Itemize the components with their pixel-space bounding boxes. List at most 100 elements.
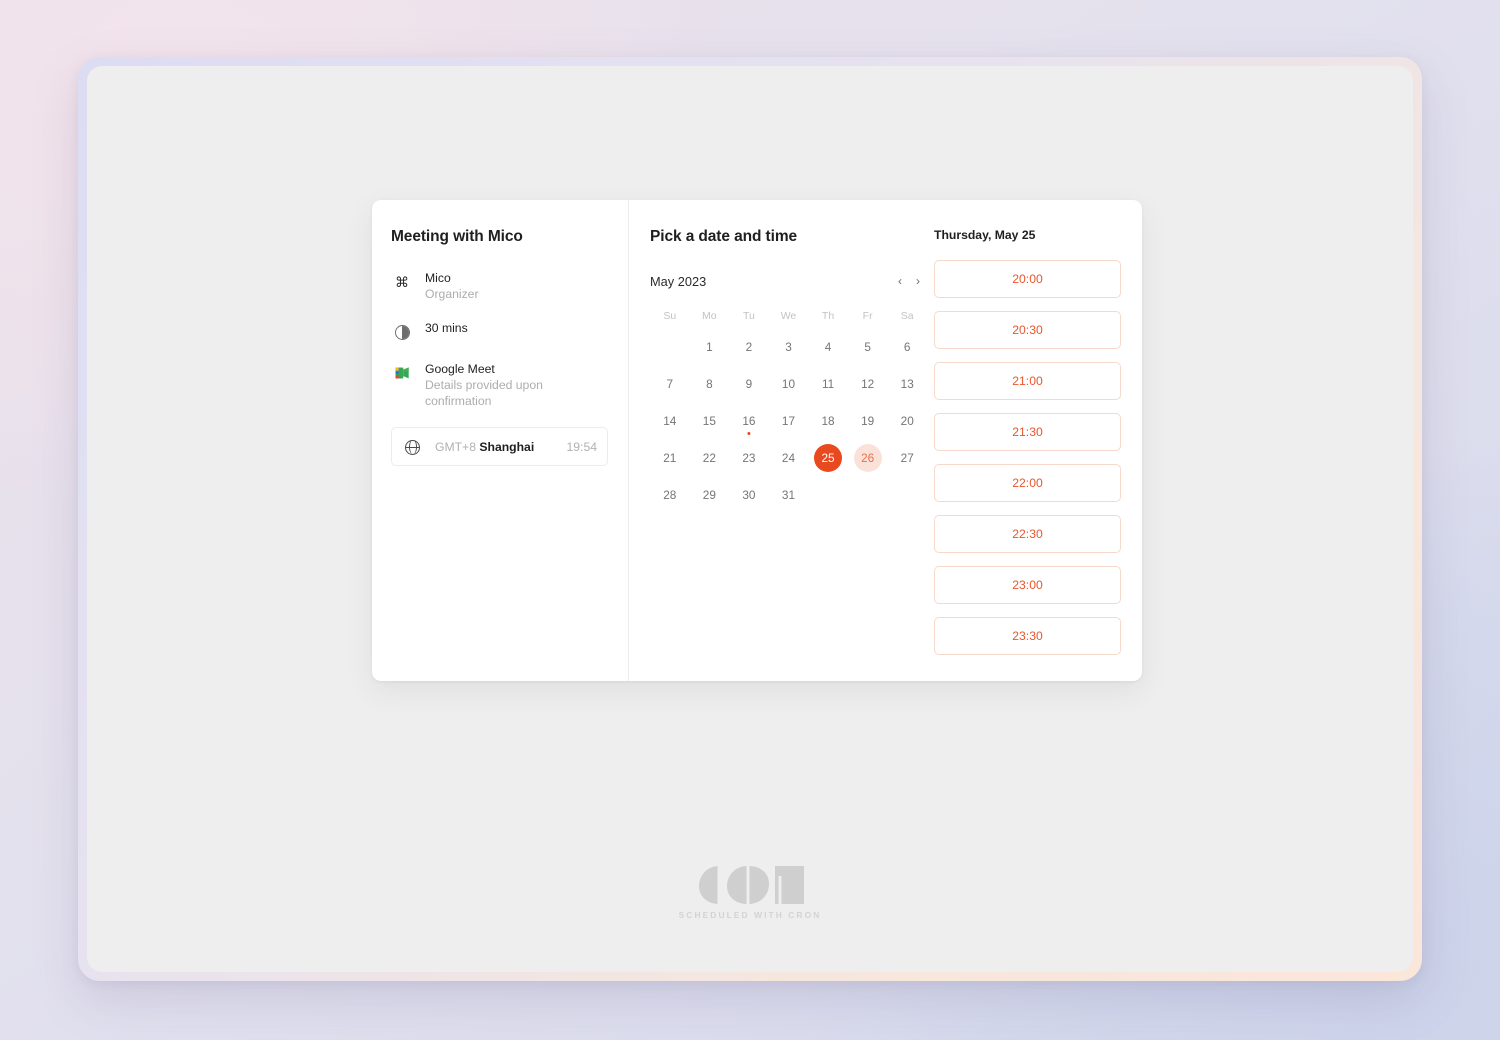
prev-month-button[interactable]: ‹ bbox=[891, 272, 909, 290]
calendar-day-5[interactable]: 5 bbox=[854, 333, 882, 361]
calendar-day-cell: 3 bbox=[769, 328, 809, 365]
organizer-name: Mico bbox=[425, 271, 451, 285]
calendar-day-cell: 4 bbox=[808, 328, 848, 365]
calendar-day-6[interactable]: 6 bbox=[893, 333, 921, 361]
calendar-day-cell: 25 bbox=[808, 439, 848, 476]
footer-branding: SCHEDULED WITH CRON bbox=[87, 864, 1413, 920]
calendar-day-cell: 16 bbox=[729, 402, 769, 439]
calendar-day-28[interactable]: 28 bbox=[656, 481, 684, 509]
calendar-day-cell: 7 bbox=[650, 365, 690, 402]
weekday-header: Th bbox=[821, 310, 835, 322]
calendar-day-cell: 17 bbox=[769, 402, 809, 439]
calendar-day-1[interactable]: 1 bbox=[695, 333, 723, 361]
calendar-day-cell: 6 bbox=[887, 328, 927, 365]
calendar-day-18[interactable]: 18 bbox=[814, 407, 842, 435]
timezone-offset: GMT+8 bbox=[435, 439, 476, 454]
calendar-day-cell: 19 bbox=[848, 402, 888, 439]
weekday-header: We bbox=[780, 310, 797, 322]
calendar-day-8[interactable]: 8 bbox=[695, 370, 723, 398]
calendar-day-cell: 5 bbox=[848, 328, 888, 365]
next-month-button[interactable]: › bbox=[909, 272, 927, 290]
weekday-header: Mo bbox=[702, 310, 717, 322]
date-picker-panel: Pick a date and time May 2023 ‹ › Su Mo Tu… bbox=[629, 200, 929, 681]
page-title: Meeting with Mico bbox=[391, 228, 523, 245]
calendar-day-cell: 26 bbox=[848, 439, 888, 476]
calendar-day-17[interactable]: 17 bbox=[774, 407, 802, 435]
calendar-day-12[interactable]: 12 bbox=[854, 370, 882, 398]
calendar-day-26[interactable]: 26 bbox=[853, 443, 882, 472]
time-slot-2100[interactable]: 21:00 bbox=[934, 362, 1121, 400]
calendar-empty-cell bbox=[650, 328, 690, 365]
timezone-label: GMT+8 Shanghai bbox=[435, 440, 555, 454]
time-slot-2230[interactable]: 22:30 bbox=[934, 515, 1121, 553]
half-circle-clock-icon bbox=[391, 321, 413, 343]
calendar-day-cell: 21 bbox=[650, 439, 690, 476]
calendar-day-27[interactable]: 27 bbox=[893, 444, 921, 472]
time-slot-2330[interactable]: 23:30 bbox=[934, 617, 1121, 655]
calendar-day-30[interactable]: 30 bbox=[735, 481, 763, 509]
organizer-row: ⌘ Mico Organizer bbox=[391, 270, 608, 302]
location-name: Google Meet bbox=[425, 362, 495, 377]
calendar-day-cell: 31 bbox=[769, 476, 809, 513]
booking-card: Meeting with Mico ⌘ Mico Organizer 30 mi… bbox=[372, 200, 1142, 681]
calendar-day-4[interactable]: 4 bbox=[814, 333, 842, 361]
duration-label: 30 mins bbox=[425, 321, 468, 336]
cron-logo-icon bbox=[698, 866, 804, 904]
calendar-day-22[interactable]: 22 bbox=[695, 444, 723, 472]
calendar-grid: Su Mo Tu We Th Fr Sa 1 2 3 4 5 6 7 8 9 10 11 12 13 14 15 16 17 1… bbox=[650, 304, 927, 513]
calendar-day-24[interactable]: 24 bbox=[774, 444, 802, 472]
calendar-day-cell: 10 bbox=[769, 365, 809, 402]
calendar-month-label: May 2023 bbox=[650, 273, 707, 289]
calendar-day-cell: 15 bbox=[690, 402, 730, 439]
time-slot-2200[interactable]: 22:00 bbox=[934, 464, 1121, 502]
calendar-day-19[interactable]: 19 bbox=[854, 407, 882, 435]
time-slots-panel: Thursday, May 25 20:00 20:30 21:00 21:30 22:… bbox=[929, 200, 1142, 681]
calendar-day-9[interactable]: 9 bbox=[735, 370, 763, 398]
weekday-header: Sa bbox=[900, 310, 914, 322]
selected-date-label: Thursday, May 25 bbox=[934, 228, 1036, 242]
time-slot-2000[interactable]: 20:00 bbox=[934, 260, 1121, 298]
calendar-day-cell: 1 bbox=[690, 328, 730, 365]
calendar-day-cell: 22 bbox=[690, 439, 730, 476]
time-slot-2130[interactable]: 21:30 bbox=[934, 413, 1121, 451]
timezone-selector[interactable]: GMT+8 Shanghai 19:54 bbox=[391, 427, 608, 467]
calendar-day-cell: 14 bbox=[650, 402, 690, 439]
location-detail: Details provided upon confirmation bbox=[425, 378, 543, 409]
calendar-day-16[interactable]: 16 bbox=[735, 407, 763, 435]
time-slot-2030[interactable]: 20:30 bbox=[934, 311, 1121, 349]
weekday-header: Su bbox=[663, 310, 677, 322]
calendar-day-15[interactable]: 15 bbox=[695, 407, 723, 435]
calendar-day-13[interactable]: 13 bbox=[893, 370, 921, 398]
calendar-day-3[interactable]: 3 bbox=[774, 333, 802, 361]
calendar-day-cell: 23 bbox=[729, 439, 769, 476]
globe-icon bbox=[401, 436, 423, 458]
calendar-day-14[interactable]: 14 bbox=[656, 407, 684, 435]
meeting-details-panel: Meeting with Mico ⌘ Mico Organizer 30 mi… bbox=[372, 200, 629, 681]
calendar-day-21[interactable]: 21 bbox=[656, 444, 684, 472]
calendar-day-11[interactable]: 11 bbox=[814, 370, 842, 398]
calendar-day-cell: 29 bbox=[690, 476, 730, 513]
calendar-day-10[interactable]: 10 bbox=[774, 370, 802, 398]
time-slot-2300[interactable]: 23:00 bbox=[934, 566, 1121, 604]
weekday-header: Tu bbox=[742, 310, 755, 322]
calendar-day-cell: 13 bbox=[887, 365, 927, 402]
calendar-day-cell: 24 bbox=[769, 439, 809, 476]
calendar-day-cell: 30 bbox=[729, 476, 769, 513]
calendar-day-cell: 11 bbox=[808, 365, 848, 402]
timezone-city: Shanghai bbox=[479, 439, 535, 454]
calendar-day-31[interactable]: 31 bbox=[774, 481, 802, 509]
calendar-day-cell: 8 bbox=[690, 365, 730, 402]
calendar-day-cell: 20 bbox=[887, 402, 927, 439]
calendar-day-cell: 27 bbox=[887, 439, 927, 476]
weekday-header: Fr bbox=[862, 310, 873, 322]
calendar-day-2[interactable]: 2 bbox=[735, 333, 763, 361]
organizer-role: Organizer bbox=[425, 287, 479, 302]
calendar-day-25[interactable]: 25 bbox=[814, 443, 843, 472]
calendar-day-29[interactable]: 29 bbox=[695, 481, 723, 509]
today-indicator-dot bbox=[747, 431, 751, 435]
duration-row: 30 mins bbox=[391, 320, 608, 343]
calendar-day-23[interactable]: 23 bbox=[735, 444, 763, 472]
calendar-day-cell: 12 bbox=[848, 365, 888, 402]
calendar-day-7[interactable]: 7 bbox=[656, 370, 684, 398]
calendar-day-20[interactable]: 20 bbox=[893, 407, 921, 435]
